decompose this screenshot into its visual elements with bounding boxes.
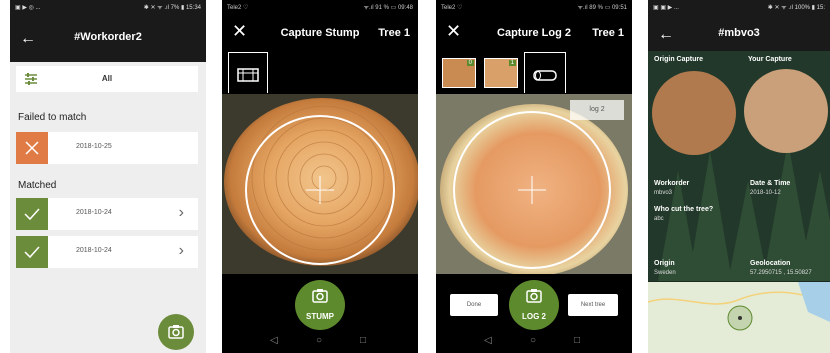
page-title: #mbvo3 [718,27,760,39]
filter-bar[interactable]: All [16,66,198,92]
log-tab[interactable] [524,52,566,93]
stump-photo [222,94,418,274]
thumbnail-1[interactable]: 0 [442,58,476,88]
app-bar: ✕ Capture Stump Tree 1 [222,17,418,51]
camera-icon [312,289,328,303]
stump-icon [237,68,259,82]
list-item[interactable]: 2018-10-24 › [16,198,198,230]
status-bar: Tele2 ♡ ᯤ.ıl 91 % ▭ 09:48 [222,0,418,17]
system-nav-bar: ◁ ○ □ [436,335,632,349]
system-nav-bar: ◁ ○ □ [222,335,418,349]
capture-label: STUMP [306,312,334,321]
app-bar: ← #Workorder2 [10,17,206,62]
log-tag: log 2 [570,100,624,120]
list-item[interactable]: 2018-10-25 [16,132,198,164]
date-label: Date & Time [750,180,791,187]
origin-value: Sweden [654,270,676,276]
workorder-label: Workorder [654,180,690,187]
close-icon [25,141,39,155]
section-matched: Matched [18,180,57,191]
thumb-badge: 0 [466,60,474,66]
capture-log-screen: Tele2 ♡ ᯤ.ıl 89 % ▭ 09:51 ✕ Capture Log … [436,0,632,353]
camera-icon [168,325,184,339]
status-bar: Tele2 ♡ ᯤ.ıl 89 % ▭ 09:51 [436,0,632,17]
home-nav-icon[interactable]: ○ [530,335,536,346]
status-right: ✱ ✕ ᯤ .ıl 100% ▮ 15: [767,5,825,11]
back-nav-icon[interactable]: ◁ [270,335,278,346]
geolocation-label: Geolocation [750,260,791,267]
origin-capture-label: Origin Capture [654,56,704,63]
capture-stump-screen: Tele2 ♡ ᯤ.ıl 91 % ▭ 09:48 ✕ Capture Stum… [222,0,418,353]
status-right: ✱ ✕ ᯤ .ıl 7% ▮ 15:34 [143,5,201,11]
row-date: 2018-10-25 [76,143,112,150]
who-label: Who cut the tree? [654,206,714,213]
status-bar: ▣ ▣ ▶ ... ✱ ✕ ᯤ .ıl 100% ▮ 15: [648,0,830,17]
done-button[interactable]: Done [450,294,498,316]
your-capture-label: Your Capture [748,56,792,63]
log-photo [436,94,632,274]
forest-background [648,51,830,281]
workorder-value: mbvo3 [654,190,673,196]
status-right: ᯤ.ıl 91 % ▭ 09:48 [363,5,413,11]
app-bar: ← #mbvo3 [648,17,830,51]
capture-label: LOG 2 [521,312,546,321]
page-title: #Workorder2 [74,31,142,43]
stump-tab[interactable] [228,52,268,93]
capture-button[interactable]: LOG 2 [509,280,559,330]
tree-label: Tree 1 [378,27,410,39]
recents-nav-icon[interactable]: □ [574,335,580,346]
chevron-right-icon: › [178,204,184,221]
row-date: 2018-10-24 [76,209,112,216]
camera-icon [526,289,542,303]
capture-button[interactable]: STUMP [295,280,345,330]
origin-label: Origin [654,260,675,267]
row-date: 2018-10-24 [76,247,112,254]
workorder-screen: ▣ ▶ ◎ ... ✱ ✕ ᯤ .ıl 7% ▮ 15:34 ← #Workor… [10,0,206,353]
home-nav-icon[interactable]: ○ [316,335,322,346]
status-right: ᯤ.ıl 89 % ▭ 09:51 [577,5,627,11]
location-map[interactable] [648,282,830,353]
filter-label: All [101,74,113,83]
status-left: ▣ ▣ ▶ ... [653,5,679,11]
matched-status-square [16,198,48,230]
section-failed: Failed to match [18,112,87,123]
recents-nav-icon[interactable]: □ [360,335,366,346]
back-nav-icon[interactable]: ◁ [484,335,492,346]
geolocation-value: 57.2950715 , 15.50827 [750,270,812,276]
date-value: 2018-10-12 [750,190,781,196]
thumb-badge: 1 [508,60,516,66]
app-bar: ✕ Capture Log 2 Tree 1 [436,17,632,51]
status-left: Tele2 ♡ [441,5,463,11]
log-icon [533,70,557,81]
matched-status-square [16,236,48,268]
camera-fab-button[interactable] [158,314,194,350]
status-bar: ▣ ▶ ◎ ... ✱ ✕ ᯤ .ıl 7% ▮ 15:34 [10,0,206,17]
check-icon [24,208,40,221]
tree-label: Tree 1 [592,27,624,39]
list-item[interactable]: 2018-10-24 › [16,236,198,268]
status-left: ▣ ▶ ◎ ... [15,5,41,11]
status-left: Tele2 ♡ [227,5,249,11]
who-value: abc [654,216,664,222]
chevron-right-icon: › [178,242,184,259]
thumbnail-2[interactable]: 1 [484,58,518,88]
next-tree-button[interactable]: Next tree [568,294,618,316]
failed-status-square [16,132,48,164]
check-icon [24,246,40,259]
match-detail-screen: ▣ ▣ ▶ ... ✱ ✕ ᯤ .ıl 100% ▮ 15: ← #mbvo3 … [648,0,830,353]
